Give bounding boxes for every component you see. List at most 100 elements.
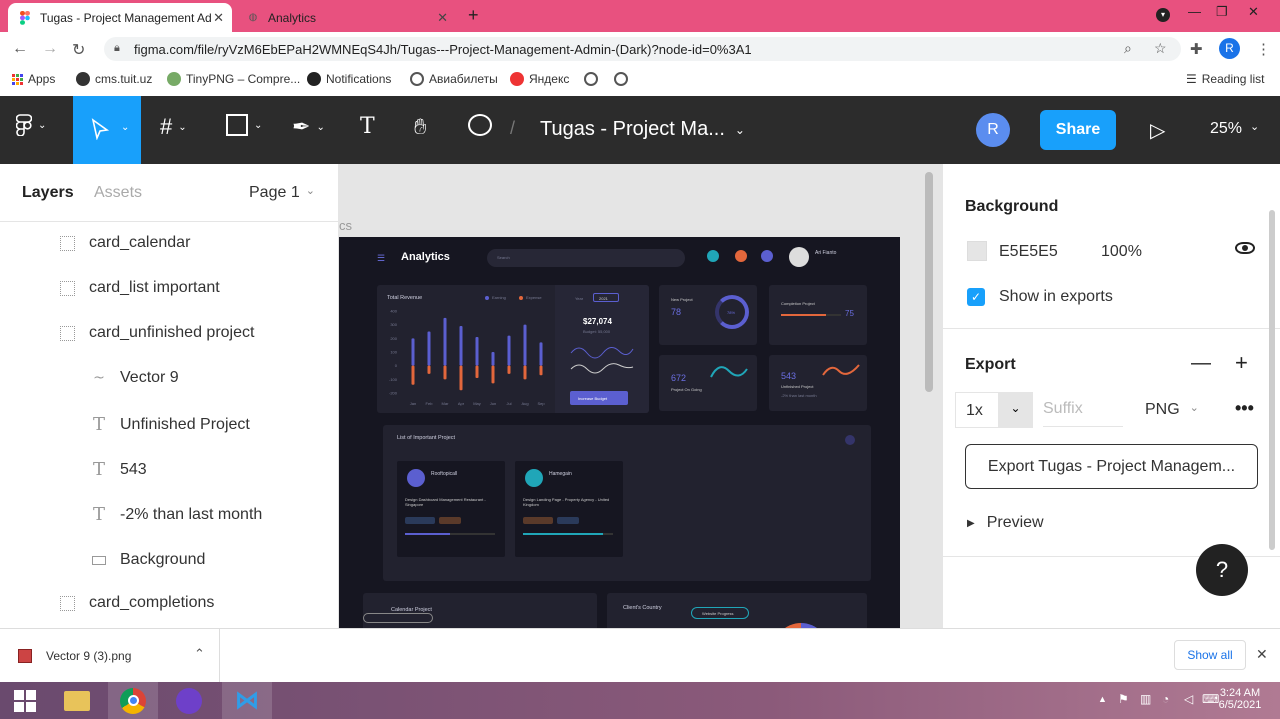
bar-earning [475, 336, 479, 366]
design-title: Analytics [401, 251, 450, 263]
help-button[interactable]: ? [1196, 544, 1248, 596]
layer-row[interactable]: T -2% than last month [92, 504, 262, 525]
profile-avatar[interactable]: R [1219, 38, 1240, 59]
bg-opacity-value[interactable]: 100% [1101, 243, 1142, 261]
shape-tool-button[interactable]: ⌄ [226, 114, 262, 136]
windows-taskbar: ⋈ ▲ ⚑ ▥ ◔ ◁ ⌨ 3:24 AM 6/5/2021 [0, 682, 1280, 719]
bookmark-aviabilety[interactable]: Авиабилеты [410, 72, 498, 86]
tab-figma[interactable]: Tugas - Project Management Ad ✕ [8, 3, 232, 32]
url-bar[interactable]: 🔒︎ figma.com/file/ryVzM6EbEPaH2WMNEqS4Jh… [104, 37, 1181, 61]
scale-select[interactable]: 1x ⌄ [955, 392, 1033, 428]
minimize-icon[interactable]: — [1188, 4, 1201, 19]
frame-icon: # [160, 114, 173, 139]
tag [523, 517, 553, 524]
show-all-button[interactable]: Show all [1174, 640, 1246, 670]
tray-clock[interactable]: 3:24 AM 6/5/2021 [1218, 687, 1262, 711]
hand-tool-button[interactable]: ✋︎ [414, 114, 427, 140]
tab-assets[interactable]: Assets [94, 184, 142, 202]
tray-wifi-icon[interactable]: ◔ [1162, 692, 1169, 706]
reload-icon[interactable]: ↻ [72, 40, 85, 60]
frame-tool-button[interactable]: # ⌄ [160, 114, 187, 140]
figma-icon [18, 10, 32, 25]
bookmark-globe-1[interactable] [584, 72, 598, 86]
collaborator-avatar[interactable]: R [976, 113, 1010, 147]
chevron-up-icon[interactable]: ⌃ [194, 646, 205, 662]
stat-value: 672 [671, 373, 687, 383]
bookmark-apps[interactable]: Apps [12, 72, 55, 86]
eye-icon[interactable] [1235, 242, 1255, 254]
windows-start-icon[interactable] [0, 682, 50, 719]
restore-icon[interactable]: ❐ [1216, 4, 1228, 20]
present-play-icon[interactable]: ▷ [1150, 118, 1165, 143]
bg-color-value[interactable]: E5E5E5 [999, 243, 1058, 261]
layer-row[interactable]: card_unfinished project [60, 324, 254, 342]
vscode-icon[interactable]: ⋈ [222, 682, 272, 719]
zoom-dropdown[interactable]: 25% ⌄ [1210, 120, 1259, 138]
window-close-icon[interactable]: ✕ [1248, 4, 1259, 20]
preview-toggle[interactable]: ▶ Preview [967, 514, 1044, 532]
design-search: Search [487, 249, 685, 267]
tray-volume-icon[interactable]: ◁ [1184, 692, 1193, 706]
zoom-icon[interactable]: ⌕ [1124, 40, 1132, 57]
forward-arrow-icon[interactable]: → [42, 40, 58, 58]
bg-color-swatch[interactable] [967, 241, 987, 261]
file-title-button[interactable]: Tugas - Project Ma... ⌄ [540, 118, 745, 141]
layer-row[interactable]: card_calendar [60, 234, 190, 252]
checkbox-checked-icon[interactable]: ✓ [967, 288, 985, 306]
text-tool-button[interactable]: T [360, 114, 375, 139]
reading-list[interactable]: ☰ Reading list [1186, 72, 1264, 86]
design-canvas[interactable]: cs ☰ Analytics Search Ari Fianto Total R… [339, 164, 942, 628]
new-project-card: New Project 78 78% [659, 285, 757, 345]
tray-network-icon[interactable]: ▥ [1140, 692, 1151, 706]
remove-export-icon[interactable]: — [1191, 352, 1211, 375]
format-select[interactable]: PNG ⌄ [1145, 401, 1199, 419]
bookmark-globe-2[interactable] [614, 72, 628, 86]
bar-expense [475, 365, 479, 378]
layer-row[interactable]: ~ Vector 9 [92, 369, 179, 387]
more-options-icon[interactable]: ••• [1235, 398, 1254, 419]
bookmark-tinypng[interactable]: TinyPNG – Compre... [167, 72, 300, 86]
tab-analytics[interactable]: ◍ Analytics ✕ [236, 3, 456, 32]
main-menu-button[interactable]: ⌄ [16, 114, 46, 136]
file-explorer-icon[interactable] [52, 682, 102, 719]
yandex-icon [510, 72, 524, 86]
move-tool-button[interactable]: ⌄ [73, 96, 141, 164]
stat-label: Unfinished Project [781, 384, 814, 389]
bookmark-yandex[interactable]: Яндекс [510, 72, 569, 86]
canvas-scrollbar[interactable] [925, 172, 933, 392]
tray-flag-icon[interactable]: ⚑ [1118, 692, 1129, 706]
menu-icon[interactable]: ⋮ [1256, 40, 1271, 58]
tray-chevron-icon[interactable]: ▲ [1098, 694, 1107, 704]
chrome-icon[interactable] [108, 682, 158, 719]
close-icon[interactable]: ✕ [213, 10, 224, 26]
new-tab-button[interactable]: + [468, 5, 479, 26]
pen-tool-button[interactable]: ✒︎ ⌄ [292, 114, 325, 140]
tab-search-icon[interactable]: ▾ [1156, 8, 1170, 22]
export-button[interactable]: Export Tugas - Project Managem... [965, 444, 1258, 489]
bookmark-notifications[interactable]: Notifications [307, 72, 391, 86]
star-icon[interactable]: ☆ [1154, 40, 1167, 57]
tab-layers[interactable]: Layers [22, 184, 74, 202]
download-item[interactable]: Vector 9 (3).png ⌃ [0, 629, 220, 682]
revenue-card: Total Revenue Earning Expense 400 300 200 1… [377, 285, 649, 413]
close-icon[interactable]: ✕ [437, 10, 448, 26]
close-icon[interactable]: ✕ [1256, 646, 1268, 663]
frame-label: cs [339, 218, 352, 233]
extensions-icon[interactable]: ✚ [1190, 40, 1203, 58]
analytics-frame[interactable]: ☰ Analytics Search Ari Fianto Total Reve… [339, 237, 900, 628]
suffix-input[interactable]: Suffix [1043, 400, 1123, 427]
layer-row[interactable]: T Unfinished Project [92, 414, 250, 435]
layer-row[interactable]: Background [92, 549, 205, 570]
comment-tool-button[interactable] [468, 114, 492, 136]
page-selector[interactable]: Page 1 ⌄ [249, 184, 315, 202]
panel-scrollbar[interactable] [1269, 210, 1275, 550]
bookmark-cms[interactable]: cms.tuit.uz [76, 72, 152, 86]
layer-row[interactable]: card_list important [60, 279, 220, 297]
back-arrow-icon[interactable]: ← [12, 40, 28, 58]
layer-row[interactable]: card_completions [60, 594, 214, 612]
layer-row[interactable]: T 543 [92, 459, 147, 480]
github-desktop-icon[interactable] [164, 682, 214, 719]
share-button[interactable]: Share [1040, 110, 1116, 150]
add-export-icon[interactable]: + [1235, 350, 1248, 376]
tray-keyboard-icon[interactable]: ⌨ [1202, 692, 1219, 706]
